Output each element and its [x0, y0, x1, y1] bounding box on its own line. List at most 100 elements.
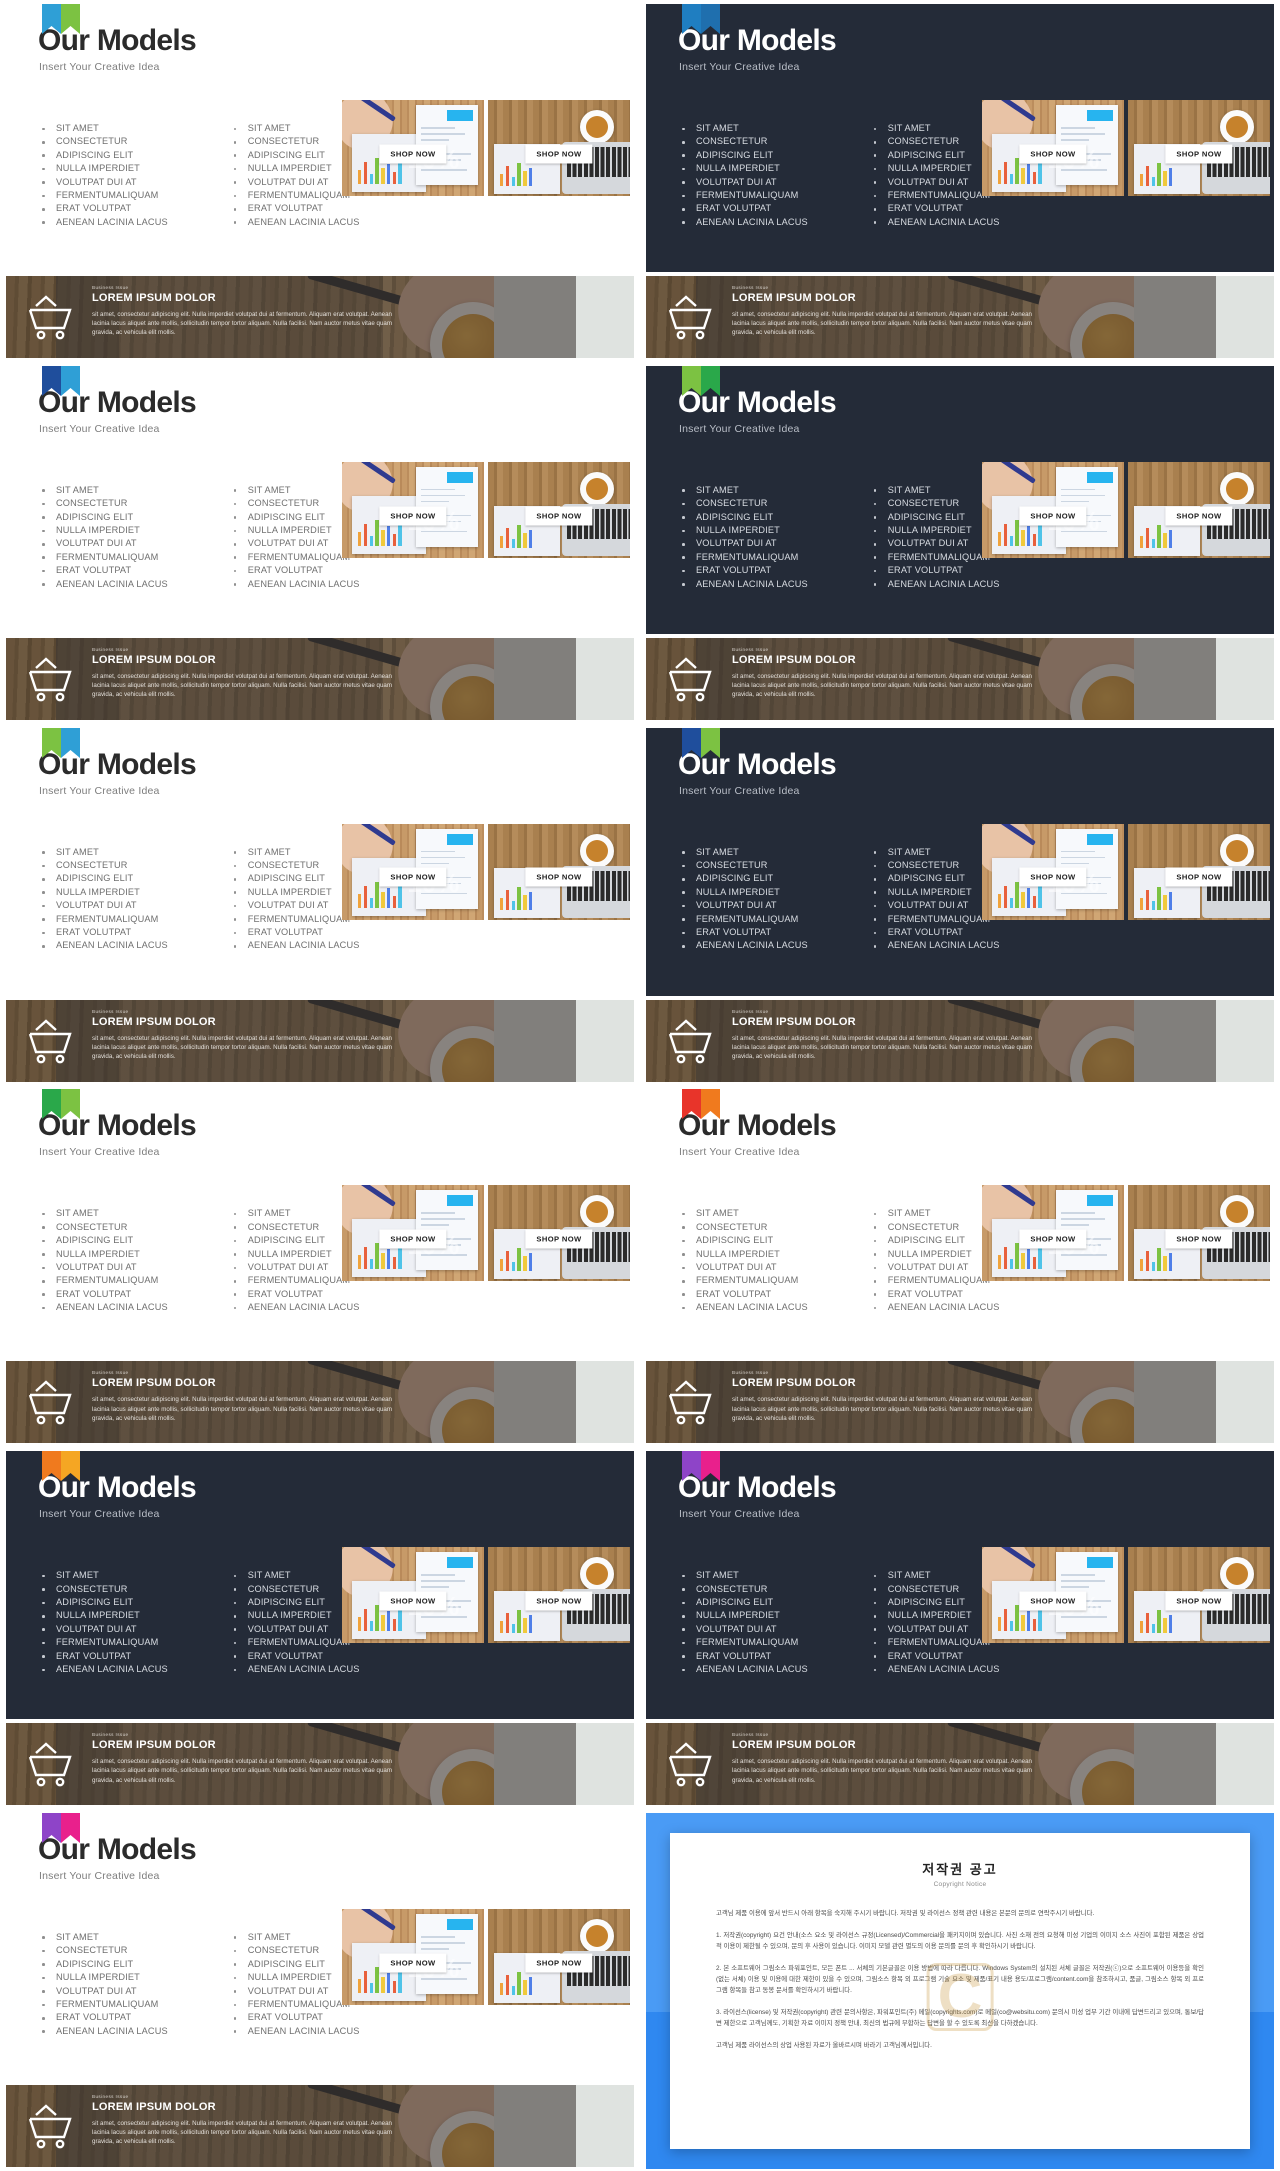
shop-now-button[interactable]: SHOP NOW: [1019, 1591, 1087, 1611]
invoice-header: [1087, 110, 1113, 121]
shop-now-button[interactable]: SHOP NOW: [1019, 1229, 1087, 1249]
invoice-header: [1087, 833, 1113, 845]
banner-text: sit amet, consectetur adipiscing elit. N…: [92, 1396, 392, 1422]
list-item: CONSECTETUR: [872, 135, 1000, 148]
slide-cell[interactable]: Our Models Insert Your Creative Idea SIT…: [640, 1085, 1280, 1448]
promo-banner[interactable]: Business Issue LOREM IPSUM DOLOR sit ame…: [646, 1361, 1274, 1444]
slide-cell[interactable]: Our Models Insert Your Creative Idea SIT…: [0, 1808, 640, 2171]
list-item: FERMENTUMALIQUAM: [872, 551, 1000, 564]
banner-title: LOREM IPSUM DOLOR: [92, 292, 216, 304]
page-subtitle: Insert Your Creative Idea: [39, 784, 160, 797]
bullet-columns: SIT AMET CONSECTETUR ADIPISCING ELIT NUL…: [680, 1207, 1000, 1314]
shop-now-button[interactable]: SHOP NOW: [1019, 867, 1087, 887]
list-item: FERMENTUMALIQUAM: [680, 1636, 808, 1649]
list-item: VOLUTPAT DUI AT: [680, 537, 808, 550]
page-subtitle: Insert Your Creative Idea: [679, 1146, 800, 1159]
bullet-list-right: SIT AMET CONSECTETUR ADIPISCING ELIT NUL…: [872, 122, 1000, 229]
slide-cell[interactable]: Our Models Insert Your Creative Idea SIT…: [0, 1085, 640, 1448]
ribbon-icon: [42, 1812, 80, 1855]
promo-banner[interactable]: Business Issue LOREM IPSUM DOLOR sit ame…: [6, 1361, 634, 1444]
list-item: AENEAN LACINIA LACUS: [40, 578, 168, 591]
list-item: AENEAN LACINIA LACUS: [872, 216, 1000, 229]
list-item: AENEAN LACINIA LACUS: [680, 578, 808, 591]
shop-now-button[interactable]: SHOP NOW: [379, 144, 447, 164]
list-item: ADIPISCING ELIT: [40, 872, 168, 885]
shopping-cart-icon: [24, 654, 76, 704]
promo-banner[interactable]: Business Issue LOREM IPSUM DOLOR sit ame…: [6, 1723, 634, 1806]
list-item: NULLA IMPERDIET: [872, 1248, 1000, 1261]
slide-cell[interactable]: Our Models Insert Your Creative Idea SIT…: [640, 0, 1280, 362]
list-item: ERAT VOLUTPAT: [872, 564, 1000, 577]
invoice-header: [447, 471, 473, 483]
list-item: AENEAN LACINIA LACUS: [680, 1663, 808, 1676]
list-item: ERAT VOLUTPAT: [40, 1288, 168, 1301]
slide-thumbnail-grid: Our Models Insert Your Creative Idea SIT…: [0, 0, 1280, 2171]
shop-now-button[interactable]: SHOP NOW: [379, 506, 447, 526]
slide-cell[interactable]: Our Models Insert Your Creative Idea SIT…: [640, 1447, 1280, 1809]
shop-now-button[interactable]: SHOP NOW: [1019, 506, 1087, 526]
list-item: CONSECTETUR: [40, 497, 168, 510]
shop-now-button[interactable]: SHOP NOW: [525, 506, 593, 526]
product-photo-group: 10% SHOP NOW SHOP NOW: [982, 823, 1270, 920]
list-item: NULLA IMPERDIET: [40, 1971, 168, 1984]
banner-title: LOREM IPSUM DOLOR: [732, 653, 856, 666]
promo-banner[interactable]: Business Issue LOREM IPSUM DOLOR sit ame…: [6, 2084, 634, 2167]
product-photo: SHOP NOW: [488, 1185, 630, 1282]
promo-banner[interactable]: Business Issue LOREM IPSUM DOLOR sit ame…: [6, 637, 634, 720]
promo-banner[interactable]: Business Issue LOREM IPSUM DOLOR sit ame…: [646, 637, 1274, 720]
shopping-cart-icon: [24, 1377, 76, 1427]
list-item: FERMENTUMALIQUAM: [40, 1636, 168, 1649]
list-item: NULLA IMPERDIET: [680, 1609, 808, 1622]
bullet-columns: SIT AMET CONSECTETUR ADIPISCING ELIT NUL…: [40, 484, 360, 591]
slide-cell[interactable]: Our Models Insert Your Creative Idea SIT…: [0, 0, 640, 362]
slide-cell[interactable]: Our Models Insert Your Creative Idea SIT…: [640, 361, 1280, 724]
copyright-slide: 저작권 공고 Copyright Notice 고객님 제품 이용에 앞서 반드…: [646, 1812, 1274, 2169]
shop-now-button[interactable]: SHOP NOW: [379, 1953, 447, 1973]
list-item: VOLUTPAT DUI AT: [232, 176, 360, 189]
list-item: NULLA IMPERDIET: [232, 1971, 360, 1984]
bullet-list-left: SIT AMET CONSECTETUR ADIPISCING ELIT NUL…: [680, 846, 808, 953]
shop-now-button[interactable]: SHOP NOW: [1165, 506, 1233, 526]
list-item: FERMENTUMALIQUAM: [232, 551, 360, 564]
slide-cell[interactable]: Our Models Insert Your Creative Idea SIT…: [0, 361, 640, 724]
bullet-list-left: SIT AMET CONSECTETUR ADIPISCING ELIT NUL…: [40, 1207, 168, 1314]
list-item: CONSECTETUR: [680, 1221, 808, 1234]
shop-now-button[interactable]: SHOP NOW: [1165, 1229, 1233, 1249]
shop-now-button[interactable]: SHOP NOW: [525, 1953, 593, 1973]
shop-now-button[interactable]: SHOP NOW: [379, 867, 447, 887]
list-item: AENEAN LACINIA LACUS: [40, 216, 168, 229]
promo-banner[interactable]: Business Issue LOREM IPSUM DOLOR sit ame…: [646, 999, 1274, 1082]
shop-now-button[interactable]: SHOP NOW: [379, 1229, 447, 1249]
shop-now-button[interactable]: SHOP NOW: [525, 1229, 593, 1249]
shop-now-button[interactable]: SHOP NOW: [1165, 144, 1233, 164]
slide-cell[interactable]: Our Models Insert Your Creative Idea SIT…: [0, 1447, 640, 1809]
promo-banner[interactable]: Business Issue LOREM IPSUM DOLOR sit ame…: [6, 999, 634, 1082]
shop-now-button[interactable]: SHOP NOW: [1019, 144, 1087, 164]
bullet-list-right: SIT AMET CONSECTETUR ADIPISCING ELIT NUL…: [872, 1569, 1000, 1676]
list-item: CONSECTETUR: [872, 859, 1000, 872]
shop-now-button[interactable]: SHOP NOW: [379, 1591, 447, 1611]
list-item: ADIPISCING ELIT: [872, 511, 1000, 524]
invoice-header: [1087, 1557, 1113, 1569]
promo-banner[interactable]: Business Issue LOREM IPSUM DOLOR sit ame…: [646, 1723, 1274, 1806]
list-item: ADIPISCING ELIT: [40, 1234, 168, 1247]
banner-content: Business Issue LOREM IPSUM DOLOR sit ame…: [732, 1370, 1032, 1423]
slide-cell[interactable]: Our Models Insert Your Creative Idea SIT…: [640, 723, 1280, 1086]
list-item: AENEAN LACINIA LACUS: [680, 216, 808, 229]
promo-banner[interactable]: Business Issue LOREM IPSUM DOLOR sit ame…: [646, 276, 1274, 358]
slide-cell[interactable]: Our Models Insert Your Creative Idea SIT…: [0, 723, 640, 1086]
shop-now-button[interactable]: SHOP NOW: [1165, 867, 1233, 887]
list-item: FERMENTUMALIQUAM: [872, 1636, 1000, 1649]
list-item: AENEAN LACINIA LACUS: [872, 939, 1000, 952]
copyright-slide-cell[interactable]: 저작권 공고 Copyright Notice 고객님 제품 이용에 앞서 반드…: [640, 1808, 1280, 2171]
banner-content: Business Issue LOREM IPSUM DOLOR sit ame…: [92, 647, 392, 700]
shop-now-button[interactable]: SHOP NOW: [525, 867, 593, 887]
slide-preview: Our Models Insert Your Creative Idea SIT…: [646, 4, 1274, 272]
list-item: NULLA IMPERDIET: [232, 524, 360, 537]
shop-now-button[interactable]: SHOP NOW: [525, 1591, 593, 1611]
shopping-cart-icon: [24, 1016, 76, 1066]
shop-now-button[interactable]: SHOP NOW: [1165, 1591, 1233, 1611]
list-item: AENEAN LACINIA LACUS: [232, 216, 360, 229]
promo-banner[interactable]: Business Issue LOREM IPSUM DOLOR sit ame…: [6, 276, 634, 358]
shop-now-button[interactable]: SHOP NOW: [525, 144, 593, 164]
